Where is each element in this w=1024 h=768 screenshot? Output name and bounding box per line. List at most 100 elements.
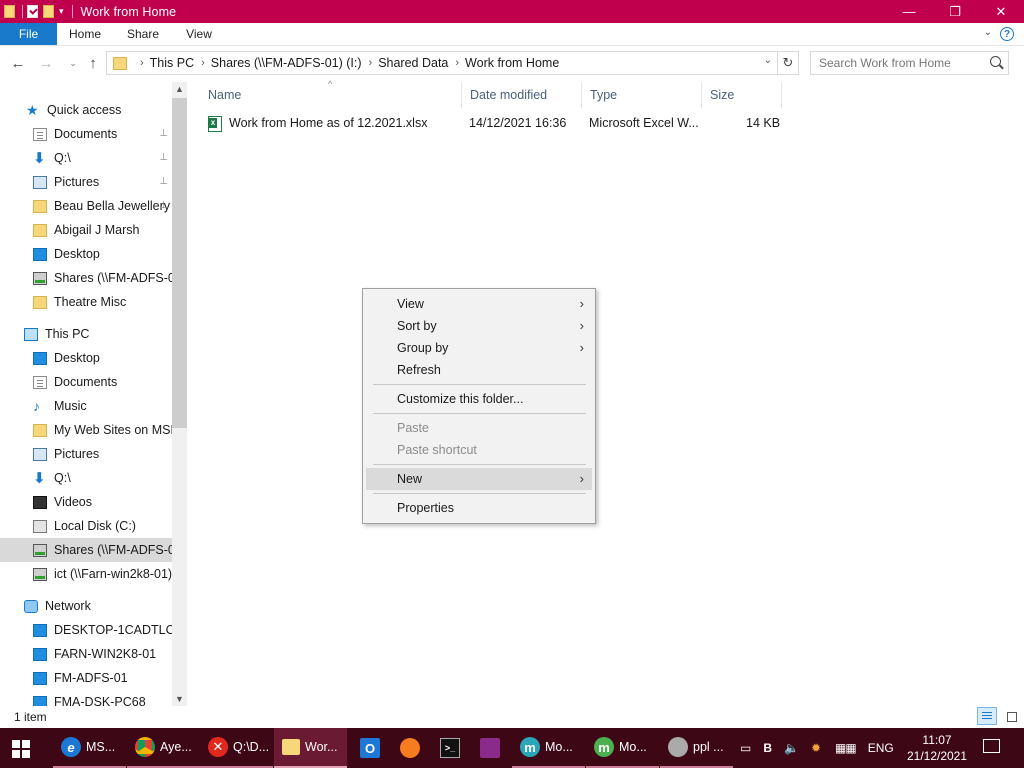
customize-toolbar-chevron-icon[interactable]: ▾	[59, 6, 64, 17]
menu-item-sort-by[interactable]: Sort by ›	[366, 315, 592, 337]
update-gear-icon[interactable]: ✹	[811, 741, 821, 755]
breadcrumb-separator[interactable]: ›	[140, 57, 144, 69]
download-arrow-icon: ⬇	[33, 469, 46, 487]
details-view-icon[interactable]	[977, 707, 997, 725]
forward-button[interactable]: →	[37, 54, 55, 72]
maximize-button[interactable]: ❐	[932, 0, 978, 23]
search-input[interactable]: Search Work from Home	[810, 51, 1009, 75]
large-icons-view-icon[interactable]	[1001, 707, 1021, 725]
menu-item-customize-folder[interactable]: Customize this folder...	[366, 388, 592, 410]
recent-locations-chevron-icon[interactable]: ⌄	[64, 54, 82, 72]
column-header-size[interactable]: Size	[702, 82, 782, 108]
breadcrumb-shares[interactable]: Shares (\\FM-ADFS-01) (I:)	[211, 56, 362, 70]
breadcrumb-separator[interactable]: ›	[455, 57, 459, 69]
minimize-button[interactable]: —	[886, 0, 932, 23]
column-header-name[interactable]: Name	[200, 82, 462, 108]
taskbar-app-explorer[interactable]: Wor...	[274, 728, 347, 768]
menu-item-group-by[interactable]: Group by ›	[366, 337, 592, 359]
tab-home[interactable]: Home	[57, 23, 113, 45]
tab-view[interactable]: View	[173, 23, 225, 45]
close-button[interactable]: ✕	[978, 0, 1024, 23]
breadcrumb-separator[interactable]: ›	[201, 57, 205, 69]
column-header-type[interactable]: Type	[582, 82, 702, 108]
taskbar-app-moodle-1[interactable]: m Mo...	[512, 728, 585, 768]
nav-item-net-fm-adfs[interactable]: FM-ADFS-01	[0, 666, 172, 690]
notifications-icon[interactable]	[983, 739, 1000, 753]
scroll-down-arrow-icon[interactable]: ▼	[175, 694, 184, 704]
taskbar-app-chrome[interactable]: Aye...	[127, 728, 200, 768]
nav-item-pc-web-sites[interactable]: My Web Sites on MSN	[0, 418, 172, 442]
nav-item-pc-shares[interactable]: Shares (\\FM-ADFS-01	[0, 538, 172, 562]
column-header-date-modified[interactable]: Date modified	[462, 82, 582, 108]
taskbar-app-qd[interactable]: ✕ Q:\D...	[200, 728, 273, 768]
nav-this-pc[interactable]: This PC	[0, 322, 172, 346]
menu-item-properties[interactable]: Properties	[366, 497, 592, 519]
up-button[interactable]: ↑	[84, 54, 102, 72]
nav-item-pc-pictures[interactable]: Pictures	[0, 442, 172, 466]
file-list[interactable]: ^ Name Date modified Type Size Work from…	[200, 79, 1024, 706]
nav-item-pc-music[interactable]: ♪ Music	[0, 394, 172, 418]
refresh-button[interactable]: ↻	[778, 51, 799, 75]
help-icon[interactable]: ?	[1000, 27, 1014, 41]
taskbar-app-ie[interactable]: e MS...	[53, 728, 126, 768]
nav-item-pc-q-drive[interactable]: ⬇ Q:\	[0, 466, 172, 490]
nav-item-q-drive[interactable]: ⬇ Q:\ ⊥	[0, 146, 172, 170]
nav-item-net-fma-dsk[interactable]: FMA-DSK-PC68	[0, 690, 172, 706]
nav-item-pictures[interactable]: Pictures ⊥	[0, 170, 172, 194]
taskbar-app-firefox[interactable]	[392, 728, 428, 768]
scrollbar-thumb[interactable]	[172, 98, 187, 428]
taskbar-app-terminal[interactable]: >_	[432, 728, 468, 768]
nav-item-documents[interactable]: Documents ⊥	[0, 122, 172, 146]
download-arrow-icon: ⬇	[33, 149, 46, 167]
nav-item-label: Desktop	[54, 351, 100, 365]
properties-icon[interactable]	[27, 5, 38, 18]
volume-icon[interactable]: 🔈	[784, 741, 799, 755]
nav-item-shares[interactable]: Shares (\\FM-ADFS-01	[0, 266, 172, 290]
menu-item-label: Properties	[397, 501, 454, 515]
nav-item-net-desktop-1cadtlc[interactable]: DESKTOP-1CADTLC	[0, 618, 172, 642]
taskbar-app-moodle-2[interactable]: m Mo...	[586, 728, 659, 768]
nav-item-pc-desktop[interactable]: Desktop	[0, 346, 172, 370]
navigation-scrollbar[interactable]: ▲ ▼	[172, 82, 187, 706]
menu-item-new[interactable]: New ›	[366, 468, 592, 490]
bluetooth-icon[interactable]: B	[763, 741, 772, 755]
file-row[interactable]: Work from Home as of 12.2021.xlsx 14/12/…	[200, 112, 800, 134]
nav-quick-access[interactable]: ★ Quick access	[0, 98, 172, 122]
taskbar-app-outlook[interactable]: O	[352, 728, 388, 768]
taskbar-app-paint[interactable]: ppl ...	[660, 728, 733, 768]
nav-item-desktop[interactable]: Desktop	[0, 242, 172, 266]
breadcrumb-work-from-home[interactable]: Work from Home	[465, 56, 559, 70]
back-button[interactable]: ←	[9, 54, 27, 72]
search-icon[interactable]	[990, 56, 1001, 67]
taskbar-app-winrar[interactable]	[472, 728, 508, 768]
nav-item-pc-documents[interactable]: Documents	[0, 370, 172, 394]
menu-item-refresh[interactable]: Refresh	[366, 359, 592, 381]
nav-item-beau-bella[interactable]: Beau Bella Jewellery ⊥	[0, 194, 172, 218]
nav-network[interactable]: Network	[0, 594, 172, 618]
address-bar[interactable]: › This PC › Shares (\\FM-ADFS-01) (I:) ›…	[106, 51, 778, 75]
clock[interactable]: 11:07 21/12/2021	[906, 732, 968, 764]
nav-item-theatre-misc[interactable]: Theatre Misc	[0, 290, 172, 314]
tab-share[interactable]: Share	[113, 23, 173, 45]
nav-item-pc-local-disk[interactable]: Local Disk (C:)	[0, 514, 172, 538]
network-drive-icon	[33, 271, 47, 285]
nav-item-abigail[interactable]: Abigail J Marsh	[0, 218, 172, 242]
windows-start-icon[interactable]	[12, 740, 30, 758]
new-folder-icon[interactable]	[43, 5, 54, 18]
network-status-icon[interactable]: ▭	[740, 741, 751, 755]
nav-item-pc-videos[interactable]: Videos	[0, 490, 172, 514]
keyboard-icon[interactable]: ▦▦	[835, 741, 857, 755]
menu-separator	[373, 493, 586, 494]
tab-file[interactable]: File	[0, 23, 57, 45]
breadcrumb-shared-data[interactable]: Shared Data	[378, 56, 448, 70]
breadcrumb-separator[interactable]: ›	[369, 57, 373, 69]
menu-item-label: Sort by	[397, 319, 437, 333]
address-dropdown-chevron-icon[interactable]: ⌄	[764, 55, 772, 66]
scroll-up-arrow-icon[interactable]: ▲	[175, 84, 184, 94]
nav-item-net-farn-win2k8[interactable]: FARN-WIN2K8-01	[0, 642, 172, 666]
menu-item-view[interactable]: View ›	[366, 293, 592, 315]
nav-item-pc-ict[interactable]: ict (\\Farn-win2k8-01)	[0, 562, 172, 586]
language-indicator[interactable]: ENG	[868, 741, 894, 755]
breadcrumb-this-pc[interactable]: This PC	[150, 56, 194, 70]
expand-ribbon-chevron-icon[interactable]: ⌄	[984, 27, 992, 38]
